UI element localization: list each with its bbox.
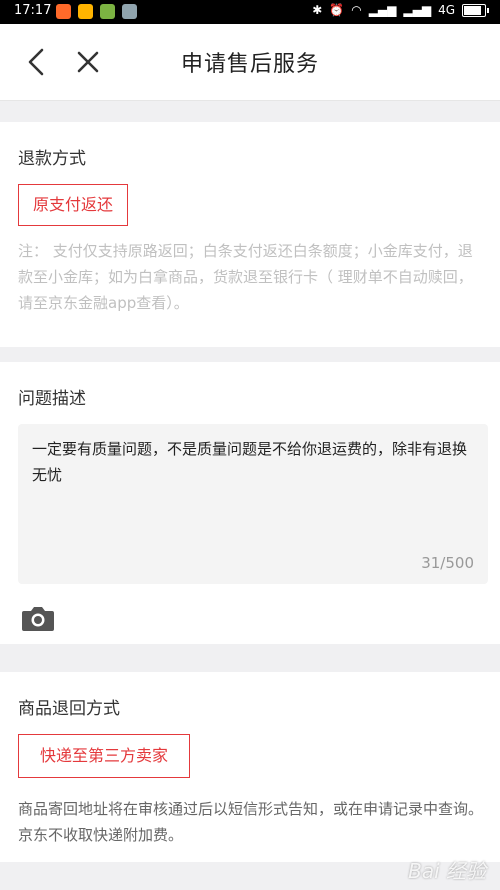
refund-note: 注： 支付仅支持原路返回；白条支付返还白条额度；小金库支付，退款至小金库；如为白… <box>18 242 473 312</box>
refund-method-section: 退款方式 原支付返还 注： 支付仅支持原路返回；白条支付返还白条额度；小金库支付… <box>0 122 500 347</box>
navigation-bar: 申请售后服务 <box>0 24 500 101</box>
problem-description-text[interactable]: 一定要有质量问题，不是质量问题是不给你退运费的，除非有退换无忧 <box>32 436 472 488</box>
return-method-section: 商品退回方式 快递至第三方卖家 商品寄回地址将在审核通过后以短信形式告知，或在申… <box>0 672 500 862</box>
network-type: 4G <box>438 3 455 17</box>
problem-description-section: 问题描述 一定要有质量问题，不是质量问题是不给你退运费的，除非有退换无忧 31/… <box>0 362 500 644</box>
character-counter: 31/500 <box>421 554 474 572</box>
problem-description-textarea[interactable]: 一定要有质量问题，不是质量问题是不给你退运费的，除非有退换无忧 31/500 <box>18 424 488 584</box>
signal-icon-2: ▂▄▆ <box>403 3 432 17</box>
page-title: 申请售后服务 <box>180 52 319 77</box>
camera-icon[interactable] <box>20 602 56 634</box>
alarm-icon: ⏰ <box>329 3 345 17</box>
return-note: 商品寄回地址将在审核通过后以短信形式告知，或在申请记录中查询。京东不收取快递附加… <box>18 800 484 844</box>
refund-method-title: 退款方式 <box>18 149 86 169</box>
status-time: 17:17 <box>14 3 52 18</box>
status-bar: 17:17 ✱ ⏰ ◠ ▂▄▆ ▂▄▆ 4G <box>0 0 500 24</box>
return-method-title: 商品退回方式 <box>18 699 120 719</box>
notification-app-icon <box>56 4 71 19</box>
battery-icon <box>462 3 489 17</box>
wifi-icon: ◠ <box>351 3 362 17</box>
baidu-watermark: Bai 经验 <box>408 859 486 883</box>
android-icon <box>100 4 115 19</box>
clipboard-icon <box>122 4 137 19</box>
bluetooth-icon: ✱ <box>312 3 323 17</box>
signal-icon: ▂▄▆ <box>368 3 397 17</box>
problem-description-title: 问题描述 <box>18 389 86 409</box>
return-option-button[interactable]: 快递至第三方卖家 <box>18 734 190 778</box>
mail-icon <box>78 4 93 19</box>
refund-option-button[interactable]: 原支付返还 <box>18 184 128 226</box>
